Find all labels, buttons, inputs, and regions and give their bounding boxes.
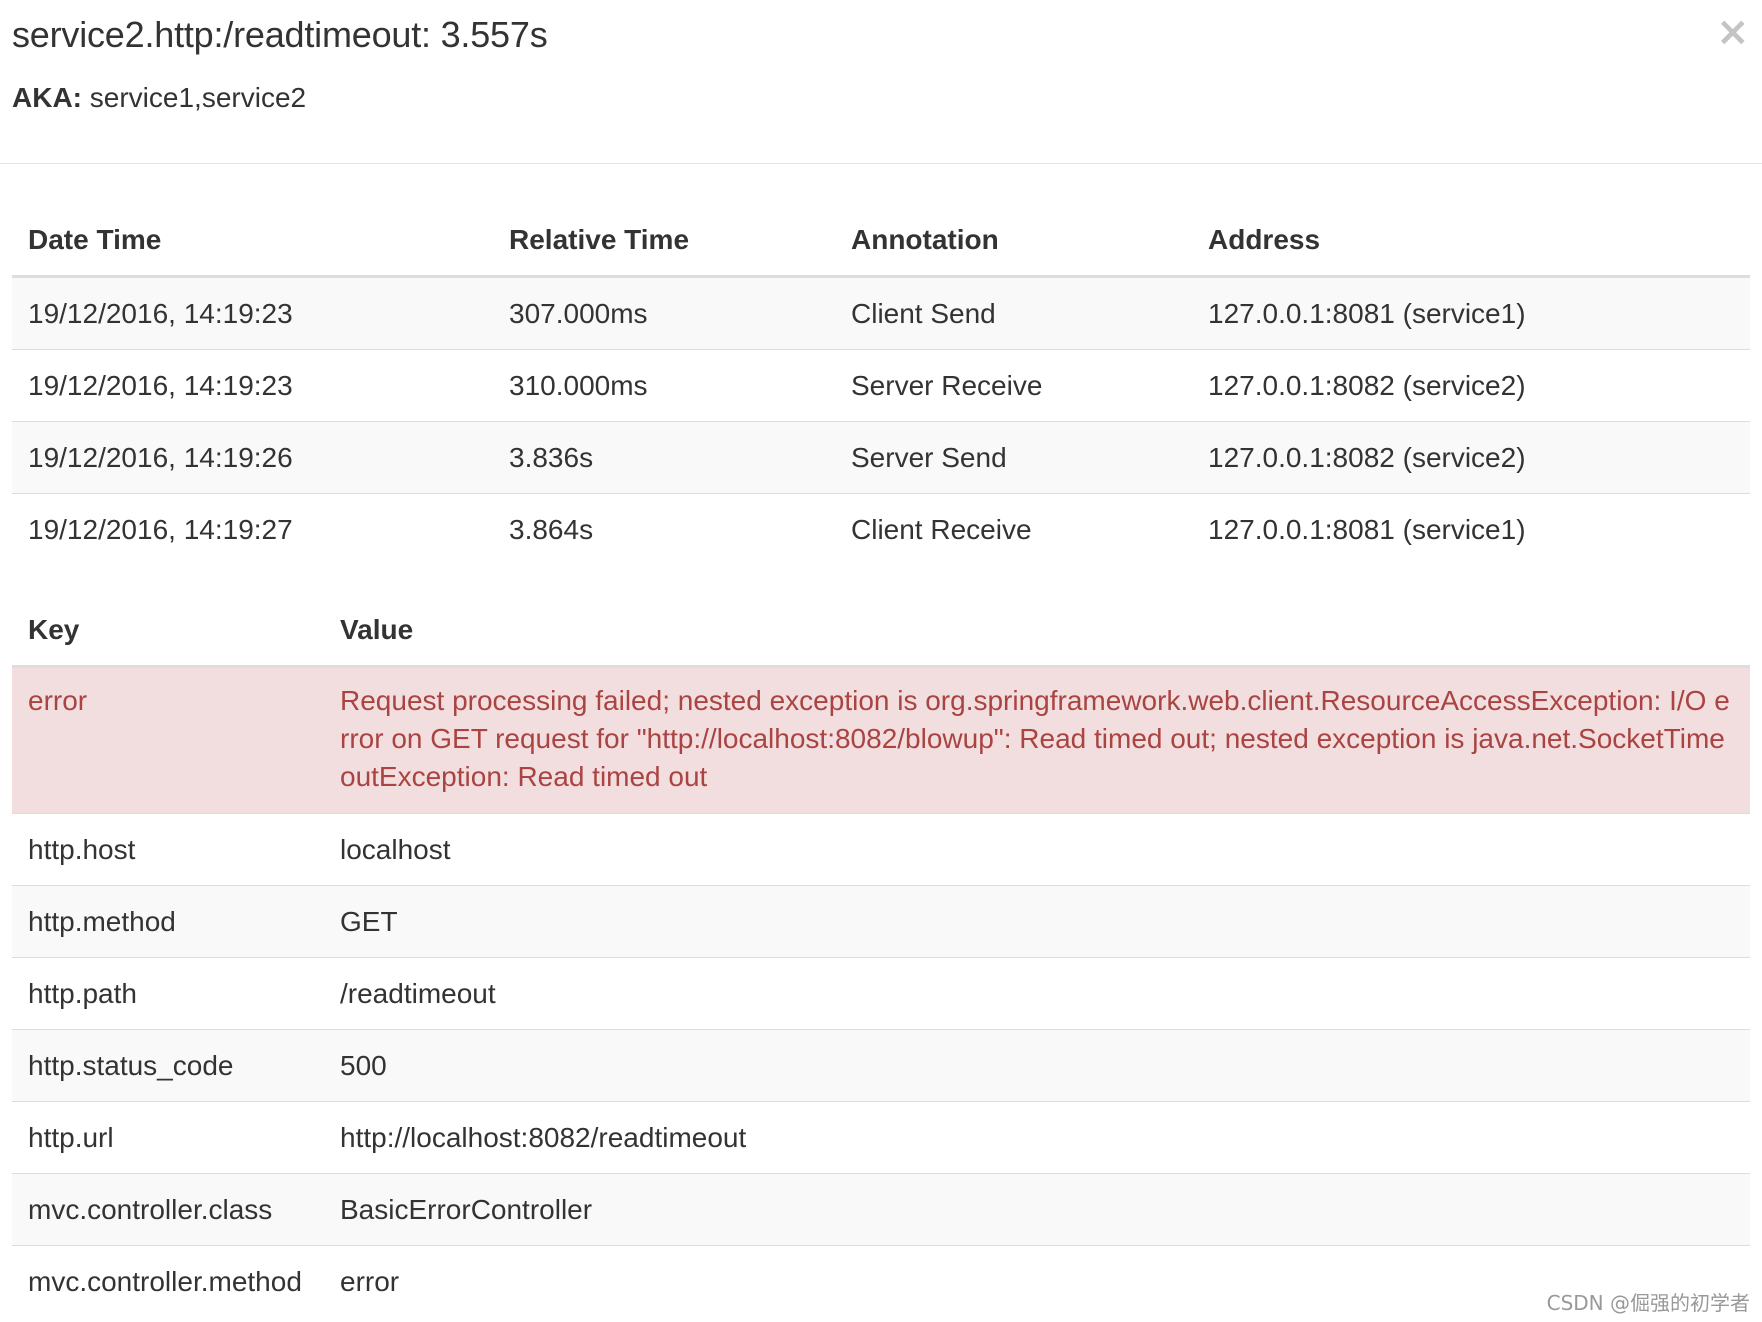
tag-value: 500 xyxy=(324,1029,1750,1102)
column-header-annotation: Annotation xyxy=(835,195,1192,278)
span-title: service2.http:/readtimeout: 3.557s xyxy=(12,14,548,55)
annotation-relative-time: 307.000ms xyxy=(493,276,835,350)
column-header-relative-time: Relative Time xyxy=(493,195,835,278)
tag-row: http.host localhost xyxy=(12,813,1750,886)
tag-row: http.status_code 500 xyxy=(12,1029,1750,1102)
tag-key: http.method xyxy=(12,885,324,958)
tag-row: http.method GET xyxy=(12,885,1750,958)
tag-row-error: error Request processing failed; nested … xyxy=(12,666,1750,814)
tag-row: mvc.controller.method error xyxy=(12,1245,1750,1317)
tag-value: BasicErrorController xyxy=(324,1173,1750,1246)
annotation-row: 19/12/2016, 14:19:23 307.000ms Client Se… xyxy=(12,276,1750,350)
close-button[interactable]: × xyxy=(1716,12,1750,52)
annotation-relative-time: 3.864s xyxy=(493,493,835,565)
annotation-relative-time: 3.836s xyxy=(493,421,835,494)
annotation-row: 19/12/2016, 14:19:23 310.000ms Server Re… xyxy=(12,349,1750,422)
column-header-date-time: Date Time xyxy=(12,195,493,278)
annotation-date-time: 19/12/2016, 14:19:23 xyxy=(12,349,493,422)
modal-header: service2.http:/readtimeout: 3.557s AKA: … xyxy=(0,0,1762,164)
tag-key: error xyxy=(12,666,324,814)
column-header-value: Value xyxy=(324,595,1750,668)
annotation-type: Server Receive xyxy=(835,349,1192,422)
tag-key: http.url xyxy=(12,1101,324,1174)
tag-value: error xyxy=(324,1245,1750,1317)
tags-table: Key Value error Request processing faile… xyxy=(12,595,1750,1317)
annotation-relative-time: 310.000ms xyxy=(493,349,835,422)
tag-key: http.status_code xyxy=(12,1029,324,1102)
annotation-type: Client Receive xyxy=(835,493,1192,565)
tag-value: http://localhost:8082/readtimeout xyxy=(324,1101,1750,1174)
aka-label: AKA: xyxy=(12,82,82,113)
annotation-address: 127.0.0.1:8081 (service1) xyxy=(1192,493,1750,565)
tag-key: mvc.controller.method xyxy=(12,1245,324,1317)
watermark: CSDN @倔强的初学者 xyxy=(1546,1291,1750,1315)
tags-header-row: Key Value xyxy=(12,595,1750,668)
annotation-address: 127.0.0.1:8082 (service2) xyxy=(1192,421,1750,494)
tag-key: mvc.controller.class xyxy=(12,1173,324,1246)
tag-row: http.path /readtimeout xyxy=(12,957,1750,1030)
annotation-address: 127.0.0.1:8081 (service1) xyxy=(1192,276,1750,350)
annotation-type: Client Send xyxy=(835,276,1192,350)
tag-key: http.host xyxy=(12,813,324,886)
aka-value: service1,service2 xyxy=(89,82,307,113)
annotation-type: Server Send xyxy=(835,421,1192,494)
tag-value: localhost xyxy=(324,813,1750,886)
tag-row: http.url http://localhost:8082/readtimeo… xyxy=(12,1101,1750,1174)
tag-key: http.path xyxy=(12,957,324,1030)
annotation-date-time: 19/12/2016, 14:19:26 xyxy=(12,421,493,494)
annotation-address: 127.0.0.1:8082 (service2) xyxy=(1192,349,1750,422)
tag-value: Request processing failed; nested except… xyxy=(324,666,1750,814)
column-header-address: Address xyxy=(1192,195,1750,278)
aka-line: AKA: service1,service2 xyxy=(12,82,306,114)
tag-value: GET xyxy=(324,885,1750,958)
annotation-date-time: 19/12/2016, 14:19:23 xyxy=(12,276,493,350)
annotation-row: 19/12/2016, 14:19:26 3.836s Server Send … xyxy=(12,421,1750,494)
tag-value: /readtimeout xyxy=(324,957,1750,1030)
tag-row: mvc.controller.class BasicErrorControlle… xyxy=(12,1173,1750,1246)
column-header-key: Key xyxy=(12,595,324,668)
annotation-row: 19/12/2016, 14:19:27 3.864s Client Recei… xyxy=(12,493,1750,565)
annotation-date-time: 19/12/2016, 14:19:27 xyxy=(12,493,493,565)
annotations-table: Date Time Relative Time Annotation Addre… xyxy=(12,195,1750,565)
annotations-header-row: Date Time Relative Time Annotation Addre… xyxy=(12,195,1750,278)
